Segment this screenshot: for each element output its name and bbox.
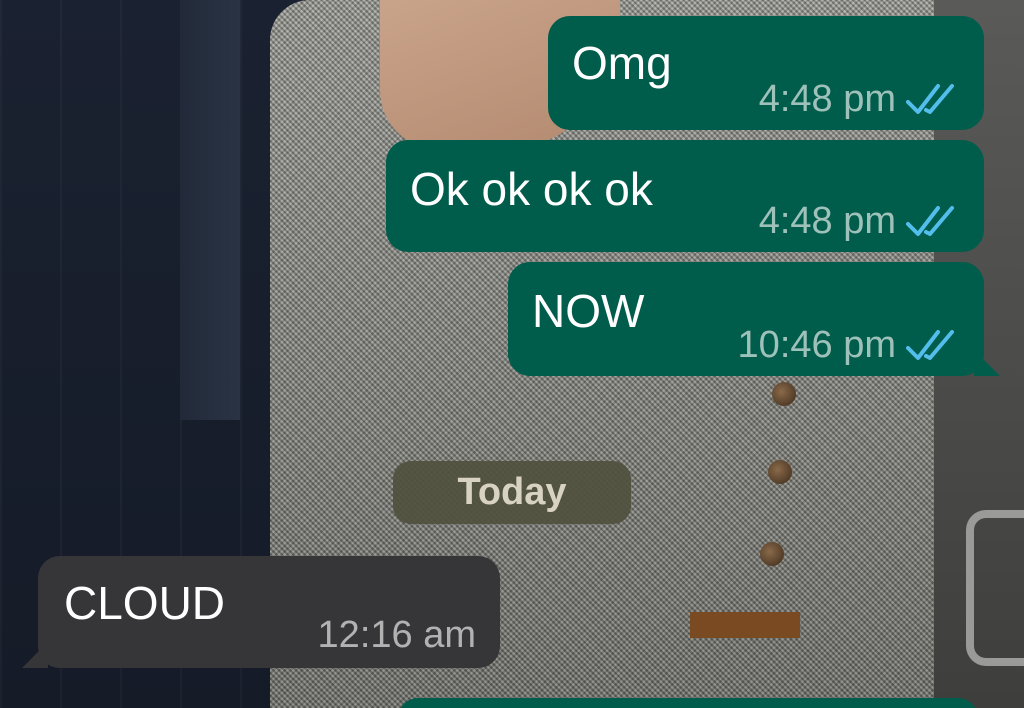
message-meta: 4:48 pm xyxy=(759,202,960,240)
message-meta: 12:16 am xyxy=(318,616,476,654)
date-separator: Today xyxy=(393,461,631,524)
message-text: Ok ok ok ok xyxy=(410,163,653,215)
message-meta: 10:46 pm xyxy=(738,326,960,364)
date-separator-label: Today xyxy=(457,471,567,513)
message-bubble-outgoing-partial[interactable] xyxy=(398,698,978,708)
message-time: 4:48 pm xyxy=(758,78,896,120)
chat-screen: Omg 4:48 pm Ok ok ok ok 4:48 pm NOW 10:4… xyxy=(0,0,1024,708)
message-bubble-incoming[interactable]: CLOUD 12:16 am xyxy=(22,556,500,668)
message-meta: 4:48 pm xyxy=(759,80,960,118)
bubble-tail xyxy=(22,642,48,668)
message-time: 12:16 am xyxy=(317,614,476,656)
message-text: Omg xyxy=(572,37,672,89)
double-check-icon xyxy=(906,330,954,360)
double-check-icon xyxy=(906,206,954,236)
message-bubble-outgoing[interactable]: Omg 4:48 pm xyxy=(548,16,984,130)
message-bubble-outgoing[interactable]: Ok ok ok ok 4:48 pm xyxy=(386,140,984,252)
message-time: 10:46 pm xyxy=(737,324,896,366)
double-check-icon xyxy=(906,84,954,114)
bubble-tail xyxy=(974,350,1000,376)
message-text: NOW xyxy=(532,285,645,337)
message-bubble-outgoing[interactable]: NOW 10:46 pm xyxy=(508,262,1000,376)
message-text: CLOUD xyxy=(64,577,226,629)
message-time: 4:48 pm xyxy=(758,200,896,242)
